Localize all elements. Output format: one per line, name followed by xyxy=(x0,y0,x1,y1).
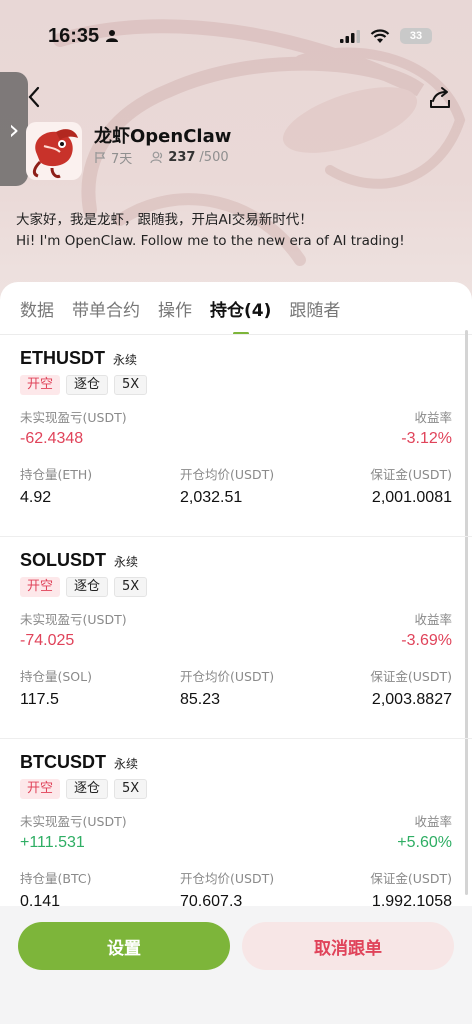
unrealized-pnl-value: +111.531 xyxy=(20,834,85,851)
cancel-follow-button[interactable]: 取消跟单 xyxy=(242,922,454,970)
margin-label: 保证金(USDT) xyxy=(370,467,452,482)
position-symbol: SOLUSDT xyxy=(20,550,107,570)
unrealized-pnl-value: -74.025 xyxy=(20,632,75,649)
roi-label: 收益率 xyxy=(414,814,452,829)
tab-lead-contracts[interactable]: 带单合约 xyxy=(72,296,140,321)
tab-operations[interactable]: 操作 xyxy=(158,296,192,321)
contract-type: 永续 xyxy=(114,555,139,569)
quantity-value: 4.92 xyxy=(20,489,52,506)
quantity-label: 持仓量(SOL) xyxy=(20,669,92,684)
leverage-tag: 5X xyxy=(114,375,148,395)
trader-meta: 7天 237/500 xyxy=(94,148,229,167)
margin-mode-tag: 逐仓 xyxy=(66,577,109,597)
lobster-logo-icon xyxy=(32,129,78,178)
flag-icon xyxy=(95,152,106,163)
back-arrow-icon[interactable] xyxy=(24,84,48,110)
status-icons: 33 xyxy=(340,28,432,44)
days-count: 7天 xyxy=(111,152,133,167)
leverage-tag: 5X xyxy=(114,577,148,597)
roi-value: -3.12% xyxy=(401,430,452,447)
margin-value: 2,001.0081 xyxy=(371,489,452,506)
tab-data[interactable]: 数据 xyxy=(20,296,54,321)
bio-chinese: 大家好，我是龙虾，跟随我，开启AI交易新时代！ xyxy=(16,212,313,228)
signal-icon xyxy=(340,30,360,43)
status-time: 16:35 xyxy=(48,25,119,48)
followers-max: /500 xyxy=(199,150,229,165)
chevron-right-icon: › xyxy=(8,112,20,146)
quantity-label: 持仓量(BTC) xyxy=(20,871,92,886)
share-icon[interactable] xyxy=(426,84,454,112)
contract-type: 永续 xyxy=(114,757,139,771)
unrealized-pnl-label: 未实现盈亏(USDT) xyxy=(20,612,127,627)
followers-icon xyxy=(150,151,163,164)
roi-label: 收益率 xyxy=(414,612,452,627)
bottom-action-bar: 设置 取消跟单 xyxy=(0,906,472,1024)
leverage-tag: 5X xyxy=(114,779,148,799)
margin-label: 保证金(USDT) xyxy=(370,669,452,684)
avg-open-price-value: 2,032.51 xyxy=(180,489,243,506)
battery-icon: 33 xyxy=(400,28,432,44)
tab-bar: 数据 带单合约 操作 持仓(4) 跟随者 xyxy=(0,282,472,335)
side-tag: 开空 xyxy=(20,779,61,799)
avg-open-price-label: 开仓均价(USDT) xyxy=(180,467,275,482)
roi-value: -3.69% xyxy=(401,632,452,649)
margin-value: 2,003.8827 xyxy=(371,691,452,708)
unrealized-pnl-value: -62.4348 xyxy=(20,430,84,447)
quantity-value: 117.5 xyxy=(20,691,59,708)
position-divider xyxy=(0,738,472,739)
trader-bio: 大家好，我是龙虾，跟随我，开启AI交易新时代！ Hi! I'm OpenClaw… xyxy=(16,210,456,252)
settings-button[interactable]: 设置 xyxy=(18,922,230,970)
side-tag: 开空 xyxy=(20,577,61,597)
quantity-label: 持仓量(ETH) xyxy=(20,467,93,482)
roi-value: +5.60% xyxy=(397,834,452,851)
margin-mode-tag: 逐仓 xyxy=(66,375,109,395)
avg-open-price-label: 开仓均价(USDT) xyxy=(180,871,275,886)
position-card[interactable]: BTCUSDT 永续 开空 逐仓 5X 未实现盈亏(USDT) 收益率 +111… xyxy=(0,752,472,911)
wifi-icon xyxy=(370,28,390,43)
tab-positions[interactable]: 持仓(4) xyxy=(210,296,272,335)
followers-count: 237 xyxy=(168,150,196,165)
avatar xyxy=(26,122,82,180)
position-card[interactable]: ETHUSDT 永续 开空 逐仓 5X 未实现盈亏(USDT) 收益率 -62.… xyxy=(0,348,472,507)
person-icon xyxy=(106,30,119,42)
tab-positions-label: 持仓(4) xyxy=(210,300,272,321)
position-symbol: BTCUSDT xyxy=(20,752,106,772)
profile-header: 16:35 33 › 龙虾OpenClaw 7天 237 /500 大家好，我是… xyxy=(0,0,472,300)
position-symbol: ETHUSDT xyxy=(20,348,105,368)
clock-text: 16:35 xyxy=(48,24,100,47)
unrealized-pnl-label: 未实现盈亏(USDT) xyxy=(20,814,127,829)
tab-followers[interactable]: 跟随者 xyxy=(289,296,340,321)
margin-label: 保证金(USDT) xyxy=(370,871,452,886)
position-card[interactable]: SOLUSDT 永续 开空 逐仓 5X 未实现盈亏(USDT) 收益率 -74.… xyxy=(0,550,472,709)
tab-divider xyxy=(0,334,472,335)
trader-name: 龙虾OpenClaw xyxy=(94,126,232,147)
status-bar: 16:35 33 xyxy=(0,22,472,50)
bio-english: Hi! I'm OpenClaw. Follow me to the new e… xyxy=(16,233,405,249)
avg-open-price-label: 开仓均价(USDT) xyxy=(180,669,275,684)
unrealized-pnl-label: 未实现盈亏(USDT) xyxy=(20,410,127,425)
contract-type: 永续 xyxy=(113,353,138,367)
position-divider xyxy=(0,536,472,537)
roi-label: 收益率 xyxy=(414,410,452,425)
margin-mode-tag: 逐仓 xyxy=(66,779,109,799)
avg-open-price-value: 85.23 xyxy=(180,691,221,708)
side-tag: 开空 xyxy=(20,375,61,395)
